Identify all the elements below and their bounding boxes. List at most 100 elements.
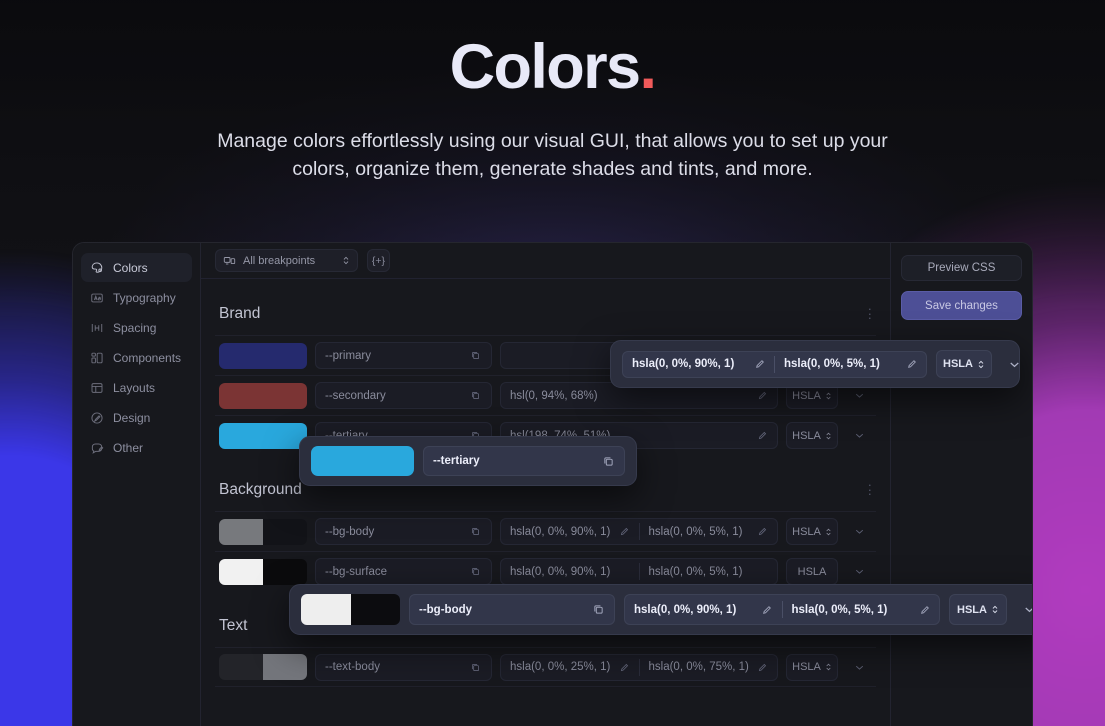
format-select[interactable]: HSLA: [936, 350, 992, 378]
pencil-icon[interactable]: [903, 356, 920, 373]
color-swatch[interactable]: [219, 518, 307, 545]
pencil-icon[interactable]: [754, 659, 771, 676]
sidebar-item-label: Components: [113, 350, 182, 365]
add-token-button[interactable]: {+}: [367, 249, 390, 272]
format-select[interactable]: HSLA: [786, 653, 838, 681]
format-label: HSLA: [957, 603, 987, 616]
token-name-field[interactable]: --primary: [315, 342, 492, 369]
color-swatch[interactable]: [219, 382, 307, 409]
format-select[interactable]: HSLA: [786, 422, 838, 449]
value-light[interactable]: hsla(0, 0%, 90%, 1): [625, 595, 782, 624]
color-swatch[interactable]: [219, 342, 307, 369]
value-light[interactable]: hsla(0, 0%, 90%, 1): [501, 519, 639, 544]
pencil-icon[interactable]: [754, 427, 771, 444]
chevron-down-icon[interactable]: [846, 525, 872, 538]
section-title: Brand: [219, 305, 261, 322]
token-name: --secondary: [325, 389, 386, 402]
format-label: HSLA: [792, 429, 821, 442]
value-dark[interactable]: hsla(0, 0%, 5%, 1): [640, 559, 778, 584]
value-dark-text: hsla(0, 0%, 5%, 1): [648, 525, 743, 538]
chevron-down-icon[interactable]: [1001, 357, 1027, 372]
token-name-field[interactable]: --bg-body: [409, 594, 615, 625]
breakpoints-select-label: All breakpoints: [243, 254, 316, 267]
token-name-field[interactable]: --bg-body: [315, 518, 492, 545]
value-dark-text: hsla(0, 0%, 5%, 1): [791, 603, 888, 616]
chevron-down-icon[interactable]: [846, 429, 872, 442]
value-light-text: hsla(0, 0%, 90%, 1): [632, 358, 735, 370]
value-light-text: hsla(0, 0%, 90%, 1): [510, 565, 611, 578]
token-name-field[interactable]: --tertiary: [423, 446, 625, 476]
updown-stepper-icon: [977, 359, 985, 370]
format-label: HSLA: [792, 661, 821, 673]
color-swatch[interactable]: [301, 594, 400, 625]
page-title-dot: .: [639, 32, 657, 102]
format-select[interactable]: HSLA: [949, 594, 1007, 625]
value-light[interactable]: hsla(0, 0%, 25%, 1): [501, 655, 639, 680]
value-light[interactable]: hsla(0, 0%, 90%, 1): [623, 352, 774, 377]
section-header-brand: Brand · · ·: [215, 279, 876, 335]
format-label: HSLA: [943, 358, 973, 370]
color-swatch[interactable]: [311, 446, 414, 476]
token-name: --primary: [325, 349, 371, 362]
token-name-field[interactable]: --bg-surface: [315, 558, 492, 585]
pencil-icon[interactable]: [616, 523, 633, 540]
value-dark[interactable]: hsla(0, 0%, 5%, 1): [640, 519, 778, 544]
color-swatch[interactable]: [219, 558, 307, 585]
format-select[interactable]: HSLA: [786, 558, 838, 585]
section-title: Background: [219, 481, 302, 498]
sidebar-item-colors[interactable]: Colors: [81, 253, 192, 282]
sidebar-item-other[interactable]: Other: [81, 433, 192, 462]
format-label: HSLA: [792, 389, 821, 402]
value-dark-text: hsla(0, 0%, 75%, 1): [648, 661, 749, 673]
chevron-down-icon[interactable]: [1016, 602, 1032, 617]
floating-token-editor-tertiary[interactable]: --tertiary: [299, 436, 637, 486]
sidebar-item-layouts[interactable]: Layouts: [81, 373, 192, 402]
floating-token-editor-bg-body[interactable]: --bg-body hsla(0, 0%, 90%, 1) hsla(0, 0%…: [289, 584, 1032, 635]
save-changes-button[interactable]: Save changes: [901, 291, 1022, 320]
value-dark[interactable]: hsla(0, 0%, 5%, 1): [775, 352, 926, 377]
color-swatch[interactable]: [219, 422, 307, 449]
pencil-icon[interactable]: [759, 601, 776, 618]
more-vertical-icon[interactable]: ···: [868, 303, 872, 324]
spacing-icon: [90, 321, 104, 335]
copy-icon[interactable]: [467, 387, 484, 404]
sidebar-item-typography[interactable]: Typography: [81, 283, 192, 312]
preview-css-button[interactable]: Preview CSS: [901, 255, 1022, 281]
copy-icon[interactable]: [467, 347, 484, 364]
sidebar-item-design[interactable]: Design: [81, 403, 192, 432]
token-name-field[interactable]: --secondary: [315, 382, 492, 409]
sidebar-item-components[interactable]: Components: [81, 343, 192, 372]
floating-value-editor-primary[interactable]: hsla(0, 0%, 90%, 1) hsla(0, 0%, 5%, 1) H…: [610, 340, 1020, 388]
more-vertical-icon[interactable]: ···: [868, 479, 872, 500]
copy-icon[interactable]: [467, 563, 484, 580]
sidebar-item-label: Typography: [113, 290, 176, 305]
format-select[interactable]: HSLA: [786, 518, 838, 545]
token-name: --tertiary: [433, 455, 480, 467]
value-light-text: hsl(0, 94%, 68%): [510, 389, 598, 402]
color-swatch[interactable]: [219, 654, 307, 680]
chevron-down-icon[interactable]: [846, 661, 872, 674]
copy-icon[interactable]: [600, 453, 617, 470]
breakpoints-select[interactable]: All breakpoints: [215, 249, 358, 272]
page-root: Colors. Manage colors effortlessly using…: [0, 0, 1105, 726]
copy-icon[interactable]: [467, 659, 484, 676]
value-dark[interactable]: hsla(0, 0%, 75%, 1): [640, 655, 778, 680]
pencil-icon[interactable]: [754, 387, 771, 404]
value-dark[interactable]: hsla(0, 0%, 5%, 1): [783, 595, 940, 624]
copy-icon[interactable]: [590, 601, 607, 618]
token-name-field[interactable]: --text-body: [315, 653, 492, 681]
app-window: Colors Typography Spacing Components Lay…: [72, 242, 1033, 726]
pencil-icon[interactable]: [754, 523, 771, 540]
sidebar-item-spacing[interactable]: Spacing: [81, 313, 192, 342]
chevron-down-icon[interactable]: [846, 565, 872, 578]
chevron-down-icon[interactable]: [846, 389, 872, 402]
page-title-text: Colors: [449, 32, 642, 102]
toolbar: All breakpoints {+}: [201, 243, 890, 279]
page-subtitle: Manage colors effortlessly using our vis…: [217, 130, 888, 181]
pencil-icon[interactable]: [616, 659, 633, 676]
copy-icon[interactable]: [467, 523, 484, 540]
typography-icon: [90, 291, 104, 305]
pencil-icon[interactable]: [916, 601, 933, 618]
value-light[interactable]: hsla(0, 0%, 90%, 1): [501, 559, 639, 584]
pencil-icon[interactable]: [751, 356, 768, 373]
